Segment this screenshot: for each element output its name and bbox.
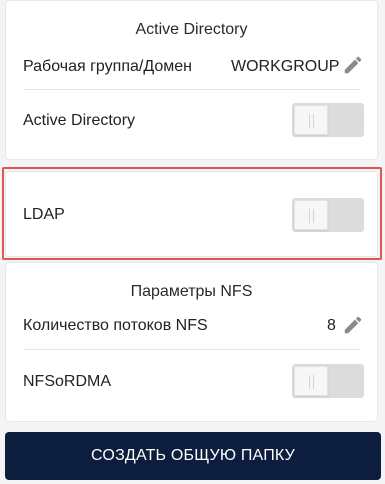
active-directory-title: Active Directory <box>135 21 248 38</box>
nfs-title: Параметры NFS <box>130 283 253 300</box>
edit-threads-pencil-icon[interactable] <box>342 314 364 336</box>
nfsordma-label: NFSoRDMA <box>23 373 112 390</box>
create-shared-folder-button[interactable]: СОЗДАТЬ ОБЩУЮ ПАПКУ <box>5 432 381 480</box>
workgroup-value: WORKGROUP <box>231 58 340 75</box>
active-directory-toggle[interactable] <box>292 103 364 137</box>
nfs-threads-value: 8 <box>327 317 336 334</box>
edit-workgroup-pencil-icon[interactable] <box>342 54 364 76</box>
active-directory-card: Active Directory Рабочая группа/Домен WO… <box>5 0 378 160</box>
workgroup-label: Рабочая группа/Домен <box>23 58 192 75</box>
nfs-threads-label: Количество потоков NFS <box>23 317 208 334</box>
active-directory-toggle-label: Active Directory <box>23 112 136 129</box>
toggle-knob <box>294 105 328 135</box>
ldap-highlight-frame <box>2 167 382 260</box>
toggle-knob <box>294 366 328 396</box>
divider <box>23 349 360 350</box>
divider <box>23 89 360 90</box>
nfsordma-toggle[interactable] <box>292 364 364 398</box>
nfs-card: Параметры NFS Количество потоков NFS 8 N… <box>5 262 378 422</box>
